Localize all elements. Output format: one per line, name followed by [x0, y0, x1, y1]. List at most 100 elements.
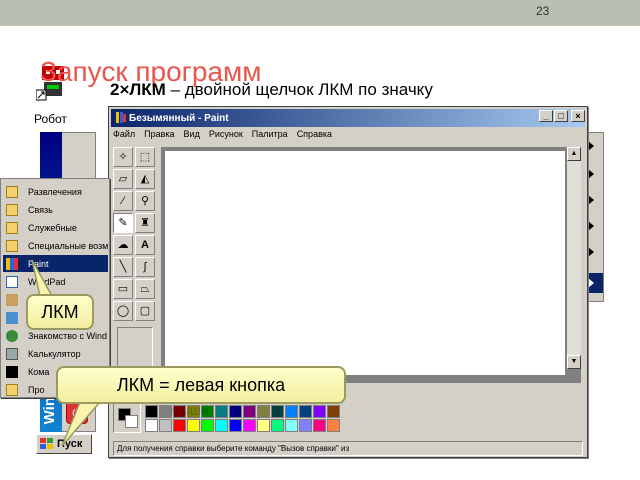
slide-number: 23: [536, 4, 550, 18]
menu-image[interactable]: Рисунок: [209, 129, 243, 145]
paint-app-icon: [116, 112, 126, 123]
callout-lkm: ЛКМ: [26, 294, 94, 330]
menu-item-label: Знакомство с Wind: [28, 330, 107, 341]
menu-palette[interactable]: Палитра: [252, 129, 288, 145]
callout-tail: [31, 259, 54, 297]
free-select-tool-icon[interactable]: ✧: [113, 147, 133, 167]
paint-canvas[interactable]: [165, 151, 565, 375]
palette-color-swatch[interactable]: [271, 419, 284, 432]
menu-item-communications[interactable]: Связь: [3, 201, 108, 218]
calculator-icon: [6, 347, 18, 360]
palette-color-swatch[interactable]: [229, 419, 242, 432]
menu-edit[interactable]: Правка: [144, 129, 174, 145]
palette-color-swatch[interactable]: [229, 405, 242, 418]
palette-color-swatch[interactable]: [285, 405, 298, 418]
palette-color-swatch[interactable]: [243, 405, 256, 418]
polygon-tool-icon[interactable]: ⏢: [135, 279, 155, 299]
faded-label: мыши: [170, 402, 209, 418]
wordpad-icon: [6, 275, 18, 288]
palette-color-swatch[interactable]: [257, 419, 270, 432]
minimize-button[interactable]: _: [539, 110, 553, 122]
pencil-tool-icon[interactable]: ✎: [113, 213, 133, 233]
palette-color-swatch[interactable]: [215, 405, 228, 418]
submenu-arrow-icon[interactable]: [588, 195, 594, 205]
palette-color-swatch[interactable]: [243, 419, 256, 432]
palette-color-swatch[interactable]: [201, 419, 214, 432]
line-tool-icon[interactable]: ╲: [113, 257, 133, 277]
menu-item-label: Кома: [28, 366, 50, 377]
palette-color-swatch[interactable]: [271, 405, 284, 418]
folder-icon: [6, 203, 18, 216]
subtitle-bold: 2×ЛКМ: [110, 80, 166, 99]
menu-item-system-tools[interactable]: Служебные: [3, 219, 108, 236]
menu-item-calculator[interactable]: Калькулятор: [3, 345, 108, 362]
maximize-button[interactable]: □: [554, 110, 568, 122]
submenu-arrow-icon[interactable]: [588, 169, 594, 179]
text-tool-icon[interactable]: A: [135, 235, 155, 255]
rounded-rect-tool-icon[interactable]: ▢: [135, 301, 155, 321]
folder-open-icon: [6, 383, 18, 396]
subtitle-rest: – двойной щелчок ЛКМ по значку: [165, 80, 433, 99]
airbrush-tool-icon[interactable]: ☁: [113, 235, 133, 255]
palette-color-swatch[interactable]: [327, 419, 340, 432]
brush-tool-icon[interactable]: ♜: [135, 213, 155, 233]
menu-file[interactable]: Файл: [113, 129, 135, 145]
callout-left-button: ЛКМ = левая кнопка: [56, 366, 346, 404]
tour-icon: [6, 329, 18, 342]
menu-item-label: Специальные возм: [28, 240, 108, 251]
current-colors[interactable]: [113, 403, 141, 433]
folder-icon: [6, 185, 18, 198]
submenu-arrow-icon[interactable]: [588, 221, 594, 231]
paint-toolbox: ✧ ⬚ ▱ ◭ ⁄ ⚲ ✎ ♜ ☁ A ╲ ∫ ▭ ⏢ ◯ ▢: [113, 147, 157, 329]
paint-icon: [6, 257, 18, 270]
curve-tool-icon[interactable]: ∫: [135, 257, 155, 277]
menu-item-label: Про: [28, 384, 45, 395]
eraser-tool-icon[interactable]: ▱: [113, 169, 133, 189]
windows-logo-icon: [40, 438, 53, 449]
palette-color-swatch[interactable]: [299, 419, 312, 432]
status-bar: Для получения справки выберите команду "…: [113, 441, 583, 456]
paint-canvas-area: ▲ ▼: [161, 147, 581, 383]
close-button[interactable]: ×: [571, 110, 585, 122]
rect-select-tool-icon[interactable]: ⬚: [135, 147, 155, 167]
palette-color-swatch[interactable]: [215, 419, 228, 432]
app-icon: [6, 311, 18, 324]
menu-item-accessibility[interactable]: Специальные возм: [3, 237, 108, 254]
palette-color-swatch[interactable]: [313, 405, 326, 418]
color-picker-tool-icon[interactable]: ⁄: [113, 191, 133, 211]
paint-menubar: Файл Правка Вид Рисунок Палитра Справка: [113, 129, 341, 145]
color-palette: [113, 403, 353, 433]
palette-color-swatch[interactable]: [145, 405, 158, 418]
palette-color-swatch[interactable]: [327, 405, 340, 418]
background-color: [125, 415, 138, 428]
robot-icon-label: Робот: [34, 112, 67, 126]
palette-color-swatch[interactable]: [257, 405, 270, 418]
paint-titlebar[interactable]: Безымянный - Paint: [111, 109, 585, 127]
menu-item-label: Служебные: [28, 222, 77, 233]
ellipse-tool-icon[interactable]: ◯: [113, 301, 133, 321]
palette-color-swatch[interactable]: [285, 419, 298, 432]
magnifier-tool-icon[interactable]: ⚲: [135, 191, 155, 211]
fill-tool-icon[interactable]: ◭: [135, 169, 155, 189]
console-icon: [6, 365, 18, 378]
submenu-arrow-icon[interactable]: [588, 278, 594, 288]
palette-color-swatch[interactable]: [173, 419, 186, 432]
rectangle-tool-icon[interactable]: ▭: [113, 279, 133, 299]
palette-color-swatch[interactable]: [187, 419, 200, 432]
menu-item-label: Связь: [28, 204, 53, 215]
palette-color-swatch[interactable]: [145, 419, 158, 432]
submenu-arrow-icon[interactable]: [588, 141, 594, 151]
menu-help[interactable]: Справка: [297, 129, 332, 145]
menu-item-label: Развлечения: [28, 186, 82, 197]
menu-item-entertainment[interactable]: Развлечения: [3, 183, 108, 200]
scroll-down-icon[interactable]: ▼: [567, 355, 581, 369]
submenu-arrow-icon[interactable]: [588, 247, 594, 257]
scroll-up-icon[interactable]: ▲: [567, 147, 581, 161]
palette-color-swatch[interactable]: [313, 419, 326, 432]
menu-view[interactable]: Вид: [184, 129, 200, 145]
palette-color-swatch[interactable]: [299, 405, 312, 418]
slide-subtitle: 2×ЛКМ – двойной щелчок ЛКМ по значку: [110, 80, 433, 100]
vertical-scrollbar[interactable]: ▲ ▼: [567, 147, 581, 369]
callout-tail: [61, 401, 102, 447]
palette-color-swatch[interactable]: [159, 419, 172, 432]
